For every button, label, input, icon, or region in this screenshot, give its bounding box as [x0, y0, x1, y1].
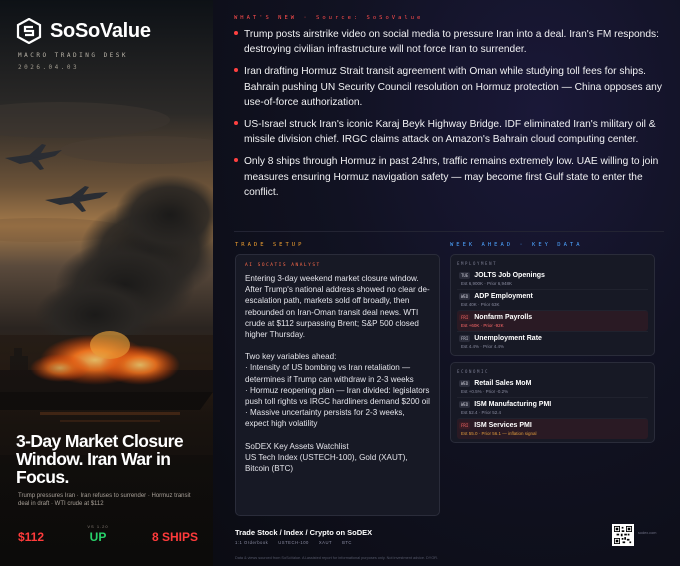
whats-new-tag: WHAT'S NEW · Source: SoSoValue — [234, 15, 424, 21]
day-badge: WED — [459, 401, 471, 408]
stat-ships: 8 SHIPS — [152, 524, 198, 544]
event-name: ISM Services PMI — [474, 422, 532, 429]
poster-panel: SoSoValue MACRO TRADING DESK 2026.04.03 … — [0, 0, 213, 566]
week-ahead-tag: WEEK AHEAD · KEY DATA — [450, 242, 583, 248]
report-panel: WHAT'S NEW · Source: SoSoValue Trump pos… — [213, 0, 680, 566]
event-row: WED ADP Employment Est 40K · Prior 63K — [457, 289, 648, 310]
day-badge: WED — [459, 380, 471, 387]
setup-variable: · Hormuz reopening plan — Iran divided: … — [245, 385, 430, 407]
stat-value: $112 — [18, 530, 45, 544]
qr-code-icon[interactable] — [612, 524, 634, 546]
event-meta: Est 6,900K · Prior 6,948K — [461, 281, 513, 286]
footer-item: 1:1 Orderbook — [235, 540, 269, 545]
brand-name: SoSoValue — [50, 19, 151, 42]
news-item: Trump posts airstrike video on social me… — [234, 27, 664, 58]
event-meta: Est +60K · Prior -92K — [461, 323, 504, 328]
day-badge: FRI — [459, 314, 471, 321]
event-name: ADP Employment — [474, 293, 533, 300]
news-text: Only 8 ships through Hormuz in past 24hr… — [244, 156, 659, 199]
economic-group: ECONOMIC WED Retail Sales MoM Est +0.5% ·… — [450, 362, 655, 443]
news-text: Trump posts airstrike video on social me… — [244, 29, 659, 56]
brand-logo: SoSoValue — [16, 18, 151, 44]
event-name: Retail Sales MoM — [474, 380, 532, 387]
analyst-label: AI SOCATIS ANALYST — [245, 263, 321, 268]
news-text: Iran drafting Hormuz Strait transit agre… — [244, 66, 662, 109]
poster-headline: 3-Day Market Closure Window. Iran War in… — [16, 431, 184, 487]
trade-setup-card: AI SOCATIS ANALYST Entering 3-day weeken… — [235, 254, 440, 516]
news-item: US-Israel struck Iran's iconic Karaj Bey… — [234, 117, 664, 148]
poster-subline: Trump pressures Iran · Iran refuses to s… — [18, 493, 191, 507]
footer-item: XAUT — [318, 540, 333, 545]
bullet-dot-icon — [234, 68, 238, 73]
event-row-highlight: FRI Nonfarm Payrolls Est +60K · Prior -92… — [457, 310, 648, 331]
event-meta: Est +0.5% · Prior -0.2% — [461, 389, 509, 394]
setup-variables-title: Two key variables ahead: — [245, 352, 337, 362]
event-row: WED ISM Manufacturing PMI Est 52.4 · Prio… — [457, 397, 648, 418]
bullet-dot-icon — [234, 158, 238, 163]
group-label: ECONOMIC — [457, 369, 490, 374]
news-list: Trump posts airstrike video on social me… — [234, 27, 664, 207]
section-divider — [234, 231, 664, 232]
stat-value: 8 SHIPS — [151, 530, 198, 544]
employment-group: EMPLOYMENT TUE JOLTS Job Openings Est 6,9… — [450, 254, 655, 356]
day-badge: FRI — [459, 422, 471, 429]
desk-label: MACRO TRADING DESK — [18, 52, 129, 59]
event-meta: Est 52.4 · Prior 52.4 — [461, 410, 502, 415]
event-name: Nonfarm Payrolls — [474, 314, 533, 321]
disclaimer: Data & views sourced from SoSoValue. AI-… — [235, 556, 439, 560]
footer-item: USTECH-100 — [278, 540, 309, 545]
day-badge: WED — [459, 293, 471, 300]
stat-oil: $112 — [18, 524, 44, 544]
event-row: WED Retail Sales MoM Est +0.5% · Prior -0… — [457, 377, 648, 397]
event-meta: Est 40K · Prior 63K — [461, 302, 500, 307]
trade-setup-tag: TRADE SETUP — [235, 242, 305, 248]
event-row-highlight: FRI ISM Services PMI Est 55.0 · Prior 56.… — [457, 418, 648, 439]
stat-market: VS 1.20 UP — [87, 524, 108, 544]
qr-label: sodex.com — [638, 531, 657, 535]
bullet-dot-icon — [234, 121, 238, 126]
setup-body: Entering 3-day weekend market closure wi… — [245, 273, 430, 474]
setup-variable: · Massive uncertainty persists for 2-3 w… — [245, 408, 405, 429]
event-row: TUE JOLTS Job Openings Est 6,900K · Prior… — [457, 269, 648, 289]
report-date: 2026.04.03 — [18, 64, 80, 71]
week-ahead-panel: EMPLOYMENT TUE JOLTS Job Openings Est 6,9… — [450, 254, 655, 449]
day-badge: FRI — [459, 335, 471, 342]
news-item: Iran drafting Hormuz Strait transit agre… — [234, 64, 664, 110]
watchlist-assets: US Tech Index (USTECH-100), Gold (XAUT),… — [245, 452, 408, 474]
setup-paragraph: Entering 3-day weekend market closure wi… — [245, 274, 430, 340]
footer-title[interactable]: Trade Stock / Index / Crypto on SoDEX — [235, 528, 372, 537]
stat-value: UP — [89, 530, 107, 544]
event-name: Unemployment Rate — [474, 335, 542, 342]
sosovalue-logo-icon — [16, 18, 42, 44]
watchlist-title: SoDEX Key Assets Watchlist — [245, 441, 349, 451]
news-item: Only 8 ships through Hormuz in past 24hr… — [234, 154, 664, 200]
setup-variable: · Intensity of US bombing vs Iran retali… — [245, 363, 414, 384]
day-badge: TUE — [459, 272, 471, 279]
news-text: US-Israel struck Iran's iconic Karaj Bey… — [244, 119, 656, 146]
group-label: EMPLOYMENT — [457, 261, 498, 266]
bullet-dot-icon — [234, 31, 238, 35]
footer-items: 1:1 Orderbook USTECH-100 XAUT BTC — [235, 540, 352, 545]
event-name: ISM Manufacturing PMI — [474, 401, 552, 408]
event-meta: Est 4.4% · Prior 4.4% — [461, 344, 505, 349]
footer-item: BTC — [342, 540, 352, 545]
event-row: FRI Unemployment Rate Est 4.4% · Prior 4.… — [457, 331, 648, 352]
event-meta: Est 55.0 · Prior 56.1 — inflation signal — [461, 431, 537, 436]
poster-stats: $112 VS 1.20 UP 8 SHIPS — [18, 524, 198, 544]
event-name: JOLTS Job Openings — [474, 272, 545, 279]
